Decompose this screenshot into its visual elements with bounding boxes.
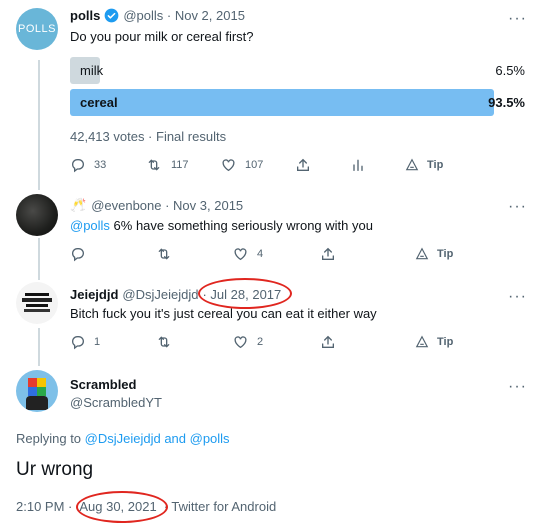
- author-handle[interactable]: @ScrambledYT: [70, 395, 162, 410]
- poll-tweet-header: polls @polls · Nov 2, 2015: [70, 8, 245, 23]
- tip-button[interactable]: Tip: [415, 246, 453, 262]
- name-emoji: 🥂: [70, 197, 87, 212]
- share-button[interactable]: [295, 157, 350, 173]
- heart-icon: [234, 336, 247, 349]
- reply-icon: [72, 159, 84, 173]
- reply1-header: 🥂 @evenbone · Nov 3, 2015: [70, 197, 243, 213]
- analytics-icon: [353, 159, 363, 171]
- like-button[interactable]: 4: [232, 246, 320, 262]
- tweet-text: Do you pour milk or cereal first?: [70, 29, 254, 44]
- replying-prefix: Replying to: [16, 431, 85, 446]
- tip-button[interactable]: Tip: [405, 157, 443, 173]
- heart-icon: [222, 159, 235, 172]
- retweet-icon: [158, 248, 170, 260]
- author-name[interactable]: Jeiejdjd: [70, 287, 118, 302]
- poll-summary: 42,413 votes · Final results: [70, 129, 227, 144]
- thread-line: [38, 328, 40, 366]
- like-button[interactable]: 2: [232, 334, 320, 350]
- retweet-icon: [158, 336, 170, 348]
- retweet-count: 117: [171, 159, 189, 171]
- tweet-source[interactable]: · Twitter for Android: [164, 499, 276, 514]
- thread-line: [38, 60, 40, 190]
- analytics-button[interactable]: [350, 157, 405, 173]
- polls-avatar-text: POLLS: [18, 23, 56, 35]
- replying-users-link[interactable]: @DsjJeiejdjd and @polls: [85, 431, 230, 446]
- mention-link[interactable]: @polls: [70, 218, 110, 233]
- reply-icon: [72, 336, 84, 350]
- share-icon: [322, 335, 334, 348]
- share-icon: [322, 247, 334, 260]
- poll-option-label: milk: [80, 63, 104, 78]
- tip-icon: [405, 158, 419, 171]
- poll-bar-cereal: [70, 89, 494, 116]
- tweet-text: Ur wrong: [16, 459, 94, 480]
- annotation-circle: [198, 278, 292, 309]
- reply-button[interactable]: 1: [70, 334, 155, 350]
- thread-line: [38, 238, 40, 280]
- like-count: 2: [257, 336, 264, 348]
- jeiejdjd-avatar[interactable]: [16, 282, 58, 324]
- handle-date[interactable]: @evenbone · Nov 3, 2015: [91, 198, 243, 213]
- tip-label: Tip: [437, 248, 454, 260]
- author-handle[interactable]: @DsjJeiejdjd: [122, 287, 198, 302]
- share-button[interactable]: [320, 334, 415, 350]
- tip-icon: [415, 247, 429, 260]
- reply2-text: Bitch fuck you it's just cereal you can …: [70, 306, 377, 321]
- replying-to: Replying to @DsjJeiejdjd and @polls: [16, 431, 230, 446]
- reply-button[interactable]: 33: [70, 157, 145, 173]
- poll-option-percent: 93.5%: [488, 95, 525, 110]
- reply1-actions: 4 Tip: [70, 246, 470, 262]
- poll-option-label: cereal: [80, 95, 118, 110]
- like-count: 107: [245, 159, 264, 171]
- retweet-button[interactable]: 117: [145, 157, 220, 173]
- tip-label: Tip: [427, 159, 444, 171]
- annotation-circle: [76, 491, 168, 523]
- reply1-text: @polls 6% have something seriously wrong…: [70, 218, 373, 233]
- tweet-time[interactable]: 2:10 PM ·: [16, 499, 72, 514]
- more-options-icon[interactable]: ···: [508, 11, 527, 27]
- tip-button[interactable]: Tip: [415, 334, 453, 350]
- retweet-button[interactable]: [155, 334, 232, 350]
- polls-avatar[interactable]: POLLS: [16, 8, 58, 50]
- more-options-icon[interactable]: ···: [508, 379, 527, 395]
- retweet-button[interactable]: [155, 246, 232, 262]
- share-icon: [297, 158, 309, 171]
- like-button[interactable]: 107: [220, 157, 295, 173]
- tip-label: Tip: [437, 336, 454, 348]
- handle-date[interactable]: @polls · Nov 2, 2015: [123, 8, 245, 23]
- evenbone-avatar[interactable]: [16, 194, 58, 236]
- author-name[interactable]: Scrambled: [70, 377, 136, 392]
- more-options-icon[interactable]: ···: [508, 289, 527, 305]
- more-options-icon[interactable]: ···: [508, 199, 527, 215]
- poll-option-percent: 6.5%: [495, 63, 525, 78]
- poll-tweet-actions: 33 117 107 Tip: [70, 157, 470, 173]
- reply-body: 6% have something seriously wrong with y…: [109, 218, 373, 233]
- reply-icon: [72, 248, 84, 262]
- verified-badge-icon: [104, 8, 119, 23]
- heart-icon: [234, 248, 247, 261]
- share-button[interactable]: [320, 246, 415, 262]
- tip-icon: [415, 335, 429, 348]
- retweet-icon: [148, 159, 160, 171]
- author-name[interactable]: polls: [70, 8, 100, 23]
- reply-button[interactable]: [70, 246, 155, 262]
- like-count: 4: [257, 248, 264, 260]
- scrambled-avatar[interactable]: [16, 370, 58, 412]
- reply2-actions: 1 2 Tip: [70, 334, 470, 350]
- reply-count: 1: [94, 336, 101, 348]
- reply-count: 33: [94, 159, 107, 171]
